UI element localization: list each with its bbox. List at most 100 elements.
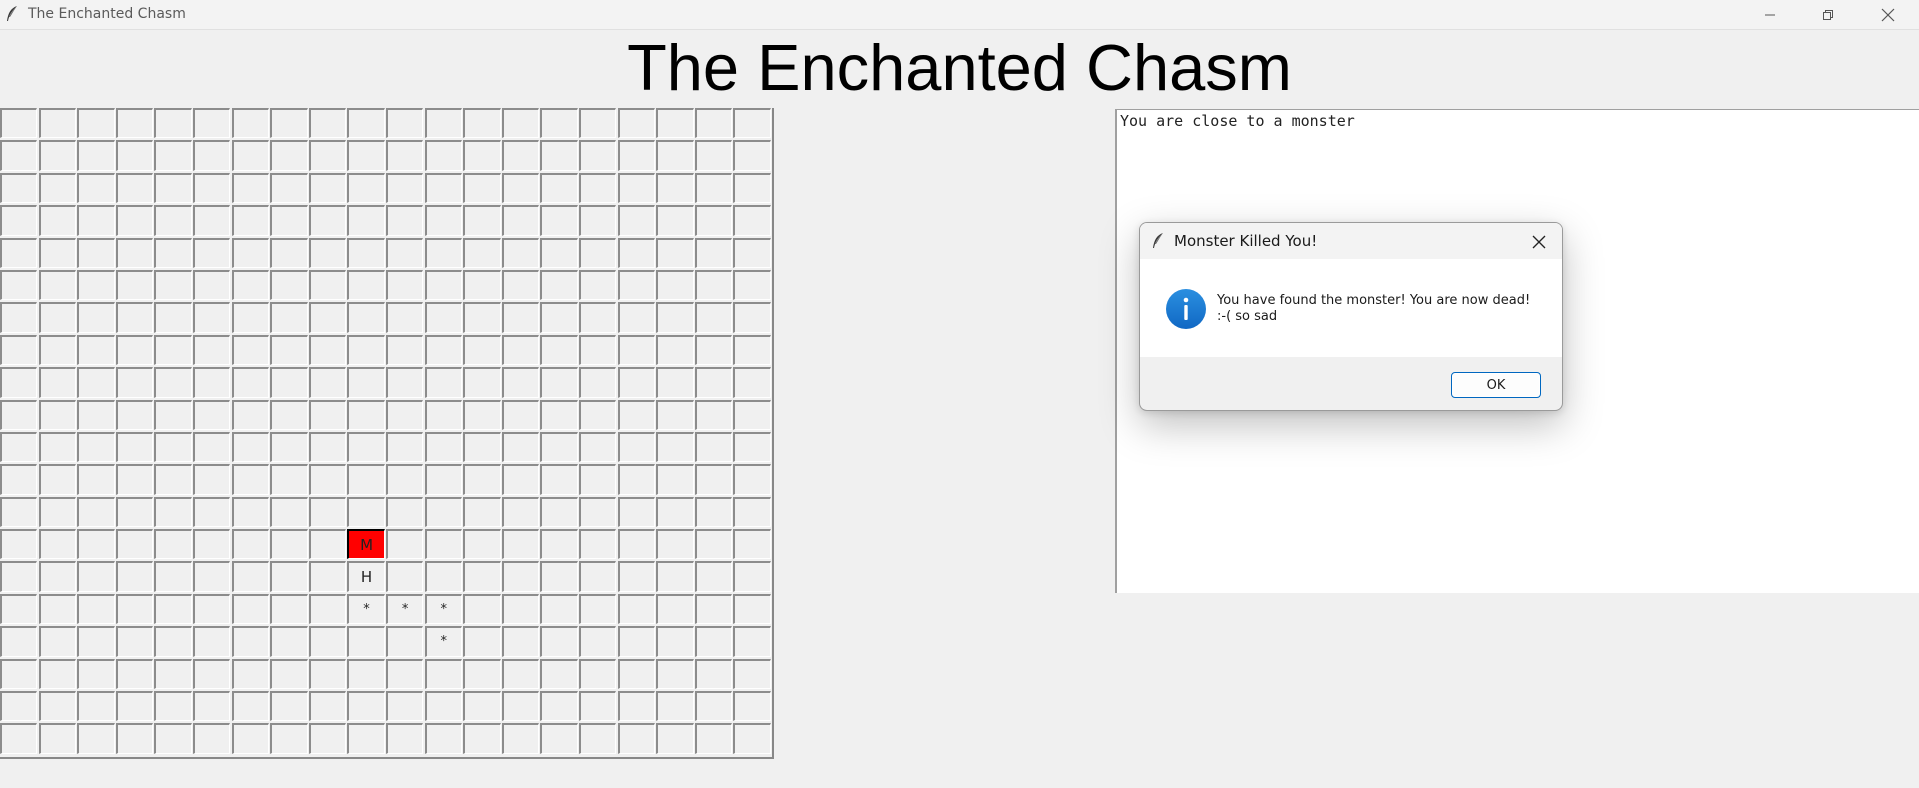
grid-cell[interactable]: [77, 237, 115, 268]
grid-cell[interactable]: [385, 269, 424, 301]
grid-cell[interactable]: [617, 140, 655, 171]
grid-cell[interactable]: [578, 108, 617, 139]
grid-cell[interactable]: [540, 723, 578, 754]
grid-cell[interactable]: [463, 334, 501, 366]
grid-cell[interactable]: [0, 431, 38, 463]
grid-cell[interactable]: [308, 723, 347, 754]
grid-cell[interactable]: [578, 529, 617, 560]
grid-cell[interactable]: [656, 691, 694, 722]
grid-cell[interactable]: [617, 172, 655, 204]
grid-cell[interactable]: [77, 302, 115, 333]
grid-cell[interactable]: [38, 626, 76, 657]
grid-cell[interactable]: [0, 593, 38, 625]
grid-cell[interactable]: [424, 399, 462, 430]
grid-cell[interactable]: [115, 172, 154, 204]
grid-cell[interactable]: [38, 302, 76, 333]
grid-cell[interactable]: [578, 496, 617, 528]
grid-cell[interactable]: [270, 464, 308, 495]
grid-cell[interactable]: [733, 172, 771, 204]
grid-cell[interactable]: [270, 399, 308, 430]
grid-cell[interactable]: [463, 431, 501, 463]
grid-cell[interactable]: [385, 561, 424, 592]
grid-cell[interactable]: [385, 496, 424, 528]
grid-cell[interactable]: [347, 108, 385, 139]
grid-cell[interactable]: [77, 108, 115, 139]
grid-cell[interactable]: [578, 334, 617, 366]
grid-cell[interactable]: [347, 140, 385, 171]
grid-cell[interactable]: [231, 431, 269, 463]
grid-cell[interactable]: [694, 496, 733, 528]
grid-cell[interactable]: [385, 205, 424, 236]
grid-cell[interactable]: [617, 723, 655, 754]
grid-cell[interactable]: [308, 108, 347, 139]
grid-cell[interactable]: [656, 496, 694, 528]
grid-cell[interactable]: [154, 529, 192, 560]
grid-cell[interactable]: [192, 269, 231, 301]
grid-cell[interactable]: [347, 431, 385, 463]
grid-cell[interactable]: [347, 626, 385, 657]
grid-cell[interactable]: [617, 691, 655, 722]
grid-cell[interactable]: [154, 464, 192, 495]
grid-cell[interactable]: [733, 108, 771, 139]
grid-cell[interactable]: [115, 302, 154, 333]
grid-cell[interactable]: [77, 205, 115, 236]
grid-cell[interactable]: [192, 691, 231, 722]
grid-cell[interactable]: [733, 431, 771, 463]
grid-cell[interactable]: [0, 140, 38, 171]
grid-cell[interactable]: [385, 367, 424, 398]
grid-cell[interactable]: [424, 529, 462, 560]
grid-cell[interactable]: [463, 593, 501, 625]
grid-cell[interactable]: [463, 302, 501, 333]
grid-cell[interactable]: [501, 205, 540, 236]
grid-cell[interactable]: [694, 626, 733, 657]
grid-cell[interactable]: [270, 367, 308, 398]
grid-cell[interactable]: [270, 496, 308, 528]
grid-cell[interactable]: [270, 561, 308, 592]
grid-cell[interactable]: [501, 399, 540, 430]
grid-cell[interactable]: [192, 367, 231, 398]
grid-cell[interactable]: [617, 529, 655, 560]
grid-cell[interactable]: [154, 172, 192, 204]
grid-cell[interactable]: [154, 431, 192, 463]
grid-cell[interactable]: [578, 658, 617, 690]
grid-cell[interactable]: [540, 108, 578, 139]
grid-cell[interactable]: [0, 561, 38, 592]
grid-cell[interactable]: [270, 302, 308, 333]
grid-cell[interactable]: [694, 334, 733, 366]
monster-cell[interactable]: M: [347, 529, 385, 560]
grid-cell[interactable]: [656, 302, 694, 333]
grid-cell[interactable]: [578, 723, 617, 754]
grid-cell[interactable]: [231, 593, 269, 625]
grid-cell[interactable]: [347, 302, 385, 333]
grid-cell[interactable]: [617, 626, 655, 657]
grid-cell[interactable]: [231, 140, 269, 171]
grid-cell[interactable]: [424, 431, 462, 463]
grid-cell[interactable]: [77, 172, 115, 204]
grid-cell[interactable]: [231, 302, 269, 333]
grid-cell[interactable]: [656, 108, 694, 139]
grid-cell[interactable]: [270, 431, 308, 463]
grid-cell[interactable]: [38, 172, 76, 204]
grid-cell[interactable]: [540, 237, 578, 268]
grid-cell[interactable]: [617, 269, 655, 301]
grid-cell[interactable]: [578, 302, 617, 333]
grid-cell[interactable]: [192, 334, 231, 366]
grid-cell[interactable]: [385, 237, 424, 268]
grid-cell[interactable]: [578, 626, 617, 657]
grid-cell[interactable]: [347, 172, 385, 204]
grid-cell[interactable]: [694, 367, 733, 398]
grid-cell[interactable]: [231, 723, 269, 754]
visited-cell[interactable]: *: [347, 593, 385, 625]
grid-cell[interactable]: [733, 561, 771, 592]
grid-cell[interactable]: [270, 334, 308, 366]
visited-cell[interactable]: *: [385, 593, 424, 625]
grid-cell[interactable]: [694, 269, 733, 301]
grid-cell[interactable]: [501, 723, 540, 754]
grid-cell[interactable]: [308, 691, 347, 722]
grid-cell[interactable]: [308, 367, 347, 398]
grid-cell[interactable]: [231, 691, 269, 722]
grid-cell[interactable]: [578, 237, 617, 268]
grid-cell[interactable]: [115, 561, 154, 592]
grid-cell[interactable]: [501, 561, 540, 592]
grid-cell[interactable]: [0, 658, 38, 690]
